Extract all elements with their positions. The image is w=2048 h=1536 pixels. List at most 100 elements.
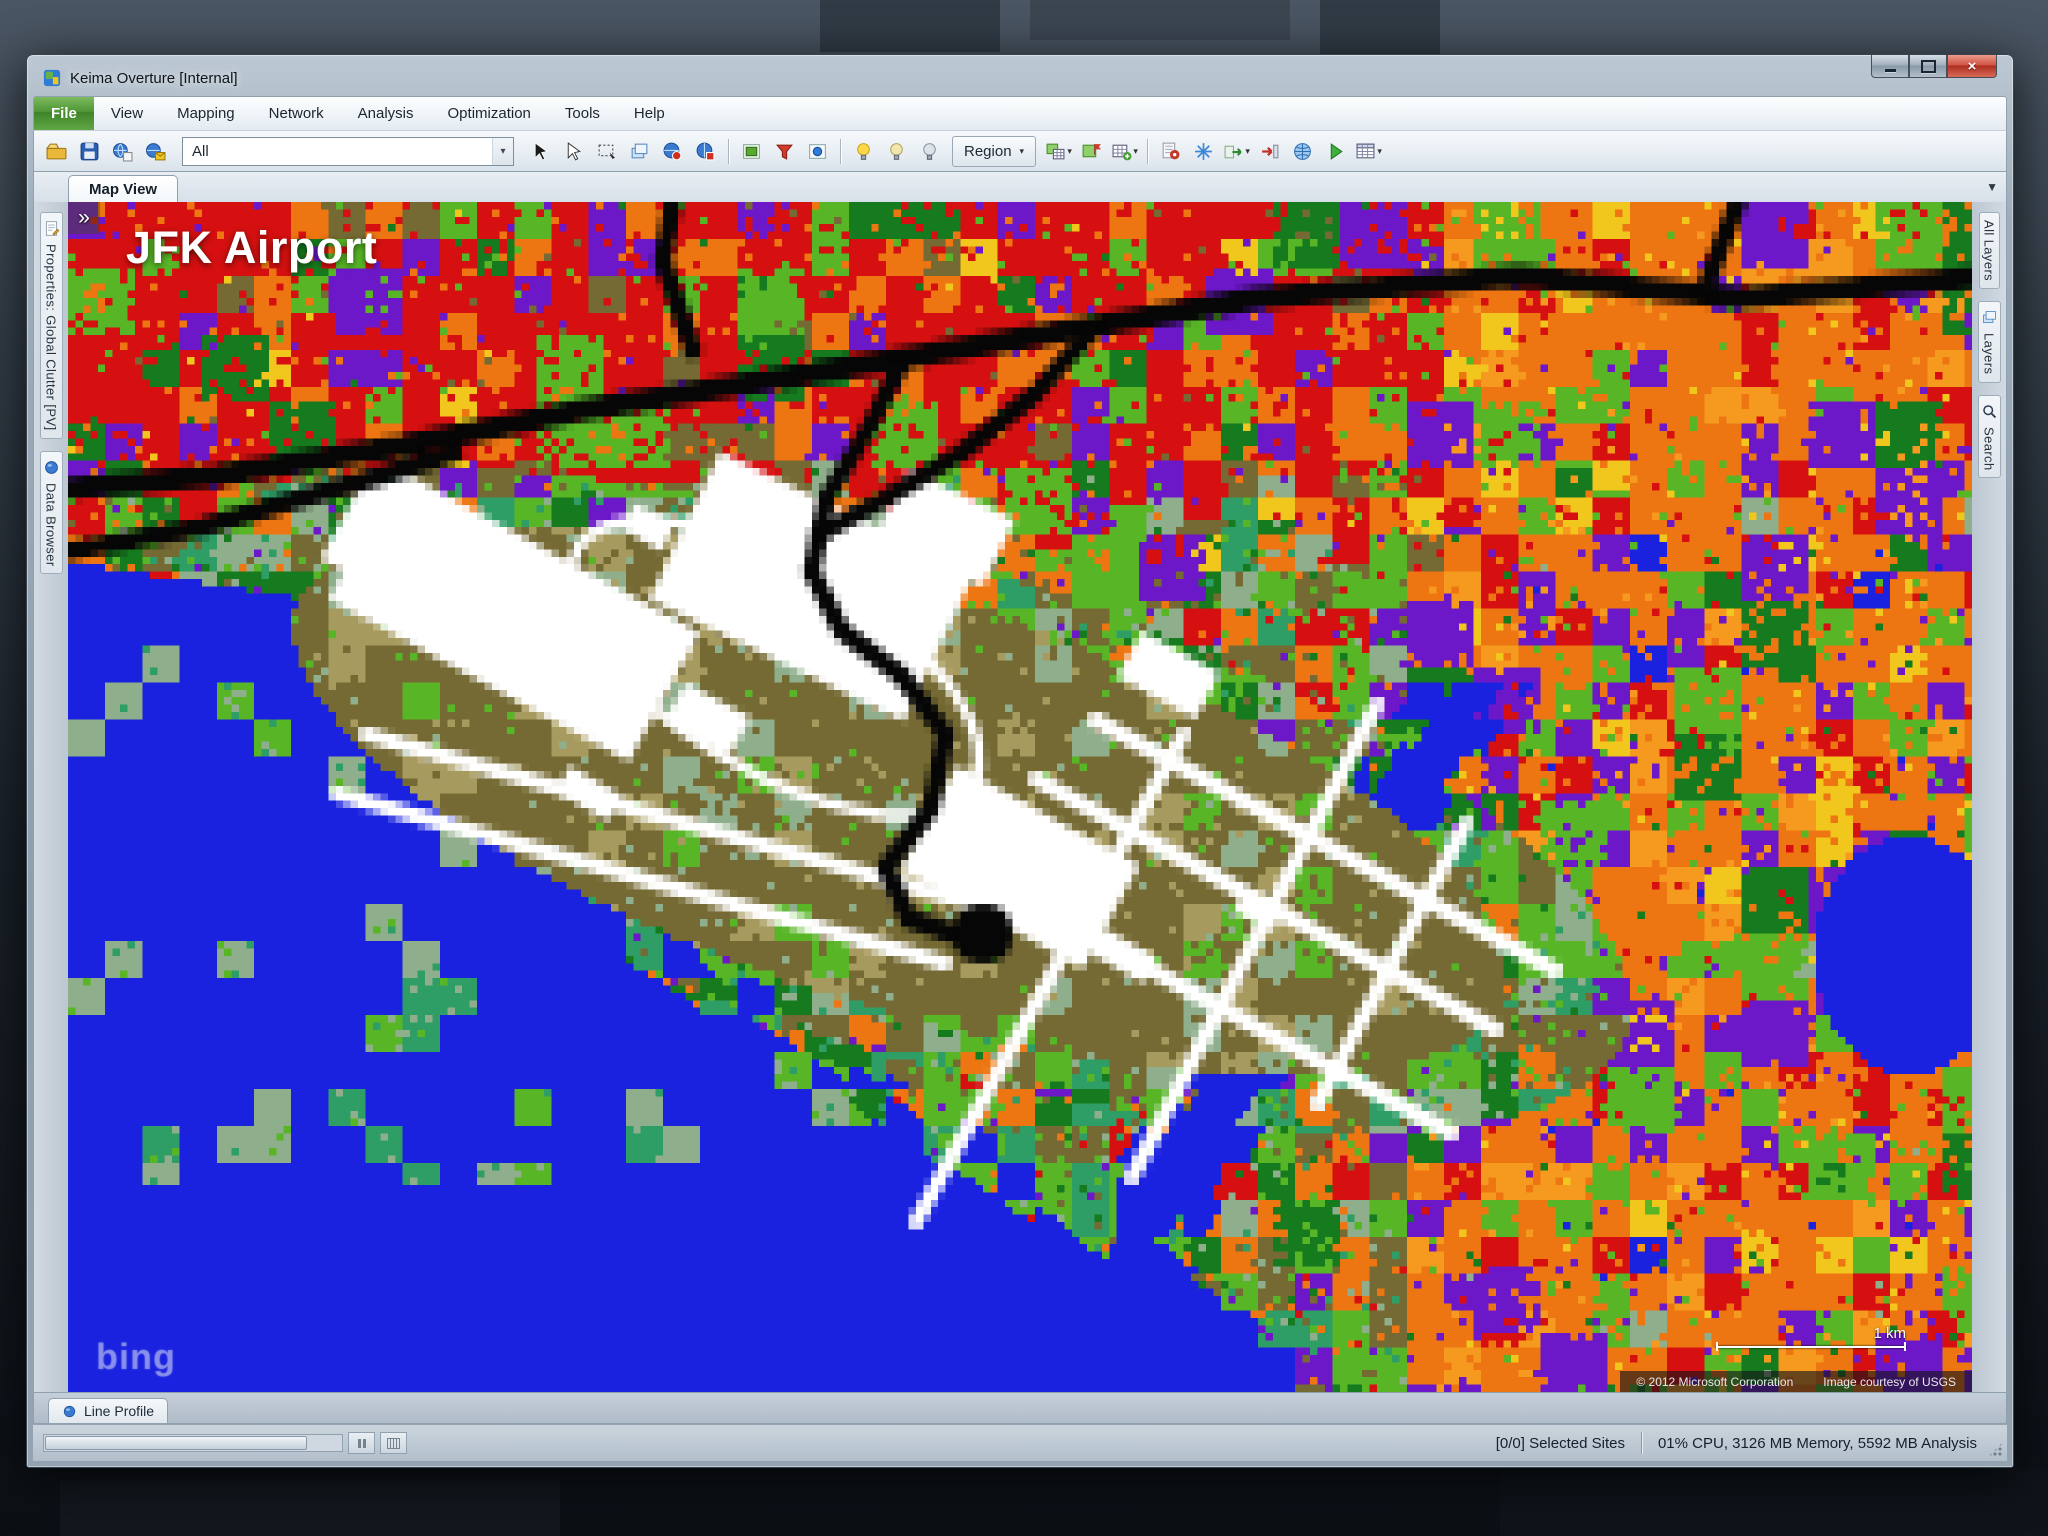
report-settings-button[interactable] — [1155, 137, 1186, 166]
sites-globe-button[interactable] — [657, 137, 688, 166]
bulb-mid-button[interactable] — [881, 137, 912, 166]
map-flag-button[interactable] — [1076, 137, 1107, 166]
menu-item-optimization[interactable]: Optimization — [431, 97, 548, 130]
run-analysis-button[interactable] — [1320, 137, 1351, 166]
menu-item-file[interactable]: File — [34, 97, 94, 130]
region-dropdown-label: Region — [964, 142, 1012, 160]
scrollbar-thumb[interactable] — [45, 1436, 308, 1450]
status-bar: [0/0] Selected Sites 01% CPU, 3126 MB Me… — [33, 1424, 2007, 1461]
export-run-button[interactable]: ▾ — [1221, 137, 1252, 166]
table-add-icon — [1111, 141, 1132, 162]
desktop-building-silhouette — [1320, 0, 1440, 58]
menu-item-help[interactable]: Help — [617, 97, 682, 130]
points-toggle-button[interactable] — [802, 137, 833, 166]
left-dock: Properties: Global Clutter [PV] Data Brow… — [34, 202, 68, 1392]
pointer-tool-button[interactable] — [525, 137, 556, 166]
horizontal-scrollbar[interactable] — [43, 1434, 343, 1452]
clutter-toggle-button[interactable] — [736, 137, 767, 166]
maximize-button[interactable] — [1909, 55, 1947, 78]
menu-item-network[interactable]: Network — [252, 97, 341, 130]
results-grid-button[interactable]: ▾ — [1353, 137, 1384, 166]
snowflake-button[interactable] — [1188, 137, 1219, 166]
tab-line-profile[interactable]: Line Profile — [48, 1398, 169, 1423]
map-view[interactable]: » JFK Airport bing 1 km © 2012 Microsoft… — [68, 202, 1972, 1392]
scale-label: 1 km — [1873, 1325, 1906, 1342]
toolbar-separator — [728, 138, 729, 164]
close-button[interactable]: × — [1947, 55, 1997, 78]
chevron-down-icon: ▾ — [1245, 145, 1250, 156]
bulb-on-button[interactable] — [848, 137, 879, 166]
props-icon — [43, 220, 60, 237]
open-button[interactable] — [41, 137, 72, 166]
tab-map-view[interactable]: Map View — [68, 175, 179, 202]
scale-line — [1716, 1342, 1906, 1351]
filter-toggle-button[interactable] — [769, 137, 800, 166]
minimize-icon — [1884, 68, 1896, 72]
dock-tab-data-browser[interactable]: Data Browser — [39, 450, 63, 575]
splitter-button[interactable] — [348, 1432, 375, 1454]
sphere-icon — [43, 459, 60, 476]
map-export-button[interactable] — [140, 137, 171, 166]
import-button[interactable] — [1254, 137, 1285, 166]
map-canvas[interactable] — [68, 202, 1972, 1392]
minimize-button[interactable] — [1871, 55, 1909, 78]
network-globe-button[interactable] — [690, 137, 721, 166]
layer-filter-combo[interactable]: All ▾ — [182, 136, 514, 166]
globe-red-icon — [662, 141, 683, 162]
dock-tab-label: Search — [1981, 426, 1997, 471]
save-button[interactable] — [74, 137, 105, 166]
grid-icon — [1355, 141, 1376, 162]
region-dropdown[interactable]: Region ▾ — [952, 135, 1037, 167]
map-table-button[interactable]: ▾ — [1043, 137, 1074, 166]
chevron-down-icon: ▾ — [1019, 145, 1025, 156]
chevron-down-icon: ▾ — [1133, 145, 1138, 156]
layers-icon — [1981, 309, 1998, 326]
chevron-down-icon[interactable]: ▾ — [492, 137, 513, 165]
cursor-white-icon — [563, 141, 584, 162]
tab-map-view-label: Map View — [89, 180, 158, 198]
toolbar-separator — [840, 138, 841, 164]
map-document-button[interactable] — [107, 137, 138, 166]
tab-list-chevron-icon[interactable]: ▼ — [1986, 180, 1998, 194]
grid-toggle-button[interactable] — [380, 1432, 407, 1454]
dock-tab-properties-global-clutter-pv[interactable]: Properties: Global Clutter [PV] — [39, 212, 63, 439]
performance-status: 01% CPU, 3126 MB Memory, 5592 MB Analysi… — [1657, 1434, 1977, 1452]
close-icon: × — [1967, 57, 1977, 75]
map-attribution: © 2012 Microsoft Corporation Image court… — [1620, 1371, 1972, 1392]
right-dock: All Layers Layers Search — [1972, 202, 2006, 1392]
dock-tab-search[interactable]: Search — [1977, 394, 2001, 479]
title-bar[interactable]: Keima Overture [Internal] × — [33, 55, 2007, 96]
dock-tab-all-layers[interactable]: All Layers — [1978, 212, 2000, 290]
bulb-off-icon — [919, 141, 940, 162]
bulb-off-button[interactable] — [914, 137, 945, 166]
chevron-down-icon: ▾ — [1067, 145, 1072, 156]
grid-icon — [387, 1437, 400, 1449]
map-table-icon — [1045, 141, 1066, 162]
map-flag-icon — [1081, 141, 1102, 162]
web-map-button[interactable] — [1287, 137, 1318, 166]
resize-grip[interactable] — [1988, 1442, 2003, 1457]
menu-item-view[interactable]: View — [94, 97, 160, 130]
globe-blue-icon — [1292, 141, 1313, 162]
app-icon — [43, 69, 61, 87]
table-views-button[interactable]: ▾ — [1109, 137, 1140, 166]
panel-collapse-button[interactable]: » — [68, 202, 100, 234]
duplicate-view-button[interactable] — [624, 137, 655, 166]
combo-value: All — [192, 142, 209, 160]
chevron-down-icon: ▾ — [1377, 145, 1382, 156]
floppy-icon — [79, 141, 100, 162]
bottom-tab-row: Line Profile — [33, 1393, 2007, 1424]
bulb-mid-icon — [886, 141, 907, 162]
dock-tab-layers[interactable]: Layers — [1977, 301, 2001, 383]
map-title-label: JFK Airport — [126, 222, 378, 273]
window-title: Keima Overture [Internal] — [70, 69, 238, 87]
menu-item-analysis[interactable]: Analysis — [341, 97, 431, 130]
document-tab-row: Map View ▼ — [33, 172, 2007, 202]
toolbar-separator — [1147, 138, 1149, 164]
pan-tool-button[interactable] — [558, 137, 589, 166]
folder-icon — [46, 141, 67, 162]
menu-item-mapping[interactable]: Mapping — [160, 97, 252, 130]
gear-doc-icon — [1160, 141, 1181, 162]
marquee-select-button[interactable] — [591, 137, 622, 166]
menu-item-tools[interactable]: Tools — [548, 97, 617, 130]
